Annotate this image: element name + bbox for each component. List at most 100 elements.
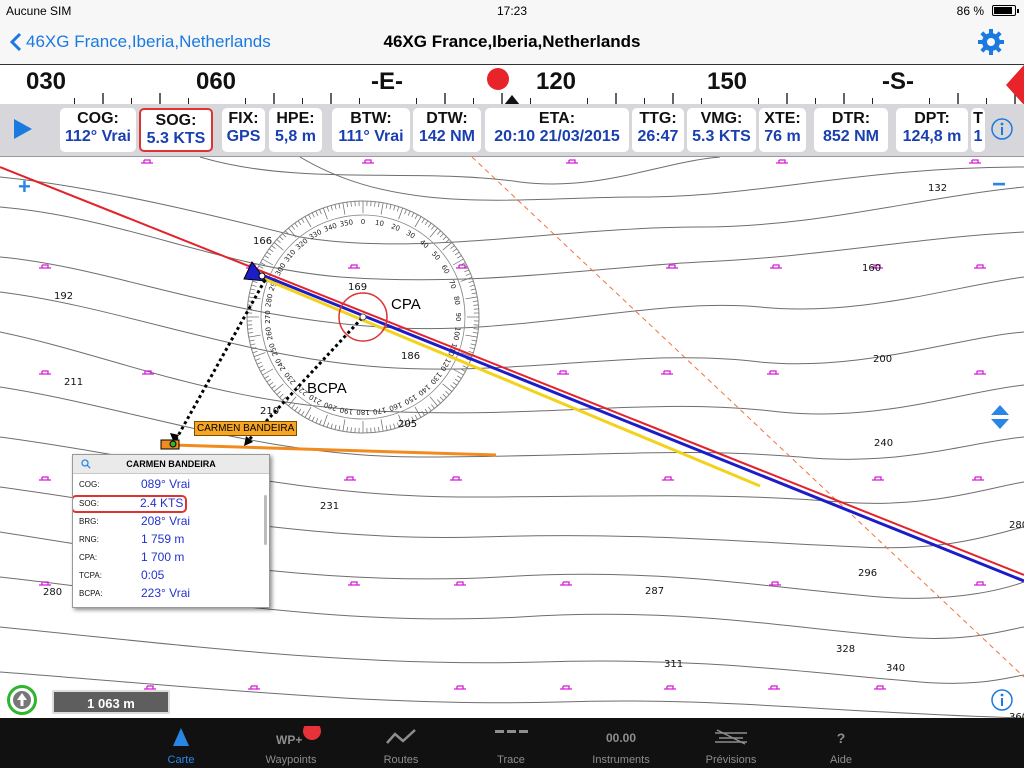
- protractor-tick: [469, 284, 475, 287]
- protractor-tick: [268, 248, 274, 253]
- chart-map[interactable]: 0 10 20 30 40 50 60 70 80 90 100 110 120 130 140 150 160…: [0, 157, 1024, 718]
- protractor-degree-label: 270: [264, 310, 272, 323]
- popup-value: 208° Vrai: [141, 514, 191, 528]
- instrument-fix[interactable]: FIX: GPS: [222, 108, 265, 152]
- depth-sounding: 166: [253, 236, 273, 247]
- popup-scrollbar[interactable]: [264, 495, 267, 545]
- play-icon[interactable]: [12, 117, 34, 141]
- up-down-arrows-icon[interactable]: [990, 404, 1010, 430]
- popup-key: SOG:: [79, 499, 100, 508]
- protractor-tick: [469, 347, 475, 350]
- protractor-tick: [247, 328, 253, 330]
- info-icon[interactable]: [990, 688, 1014, 712]
- tab-trace[interactable]: Trace: [466, 718, 556, 768]
- tab-routes[interactable]: Routes: [356, 718, 446, 768]
- protractor-tick: [311, 212, 315, 218]
- protractor-tick: [465, 334, 478, 338]
- anchorage-icon: [344, 476, 356, 481]
- tab-waypoints[interactable]: WP+ Waypoints: [246, 718, 336, 768]
- protractor-tick: [470, 288, 476, 291]
- depth-sounding: 210: [260, 406, 280, 417]
- popup-value: 0:05: [141, 568, 165, 582]
- instrument-eta[interactable]: ETA: 20:10 21/03/2015: [485, 108, 629, 152]
- instrument-dtr[interactable]: DTR: 852 NM: [814, 108, 888, 152]
- instrument-xte[interactable]: XTE: 76 m: [759, 108, 806, 152]
- anchorage-icon: [348, 264, 360, 269]
- info-icon[interactable]: [990, 117, 1014, 141]
- popup-key: RNG:: [79, 535, 99, 544]
- tab-bar: Carte WP+ Waypoints Routes Trace 00.00 I…: [0, 718, 1024, 768]
- depth-contour: [0, 291, 1024, 370]
- instrument-btw[interactable]: BTW: 111° Vrai: [332, 108, 410, 152]
- instrument-vmg[interactable]: VMG: 5.3 KTS: [687, 108, 756, 152]
- back-button[interactable]: 46XG France,Iberia,Netherlands: [10, 32, 271, 52]
- anchorage-icon: [348, 581, 360, 586]
- protractor-tick: [439, 233, 444, 238]
- depth-sounding: 328: [836, 644, 856, 655]
- tab-aide[interactable]: ? Aide: [796, 718, 886, 768]
- anchorage-icon: [39, 370, 51, 375]
- own-boat-center: [258, 272, 266, 280]
- compass-tape[interactable]: 030 060 -E- 120 150 -S-: [0, 64, 1024, 106]
- protractor-tick: [247, 304, 253, 306]
- depth-contour: [0, 176, 1024, 245]
- tab-label: Prévisions: [705, 754, 757, 766]
- protractor-tick: [431, 225, 435, 230]
- instrument-dpt[interactable]: DPT: 124,8 m: [896, 108, 968, 152]
- protractor-tick: [468, 280, 474, 284]
- protractor-tick: [256, 361, 262, 365]
- instrument-value: 76 m: [764, 128, 801, 145]
- protractor-tick: [260, 368, 266, 372]
- protractor-tick: [342, 202, 346, 215]
- protractor-degree-label: 170: [372, 405, 387, 415]
- anchorage-icon: [666, 264, 678, 269]
- protractor-tick: [473, 304, 479, 306]
- depth-sounding: 280: [43, 587, 63, 598]
- help-icon: ?: [837, 730, 846, 746]
- protractor-tick: [294, 222, 299, 228]
- instrument-ttg[interactable]: TTG: 26:47: [632, 108, 684, 152]
- protractor-tick: [404, 209, 407, 215]
- instrument-sog[interactable]: SOG: 5.3 KTS: [139, 108, 213, 152]
- north-arrow-icon: [13, 691, 31, 709]
- protractor-tick: [273, 383, 284, 392]
- protractor-tick: [264, 375, 270, 379]
- north-up-button[interactable]: [7, 685, 37, 715]
- protractor-tick: [258, 365, 264, 369]
- protractor-tick: [411, 212, 415, 218]
- anchorage-icon: [662, 476, 674, 481]
- vessel-name-tag[interactable]: CARMEN BANDEIRA: [194, 421, 298, 436]
- protractor-tick: [301, 410, 305, 416]
- protractor-degree-label: 260: [264, 326, 274, 341]
- anchorage-icon: [664, 685, 676, 690]
- vessel-info-popup: CARMEN BANDEIRA COG: 089° Vrai SOG: 2.4 KT…: [72, 454, 270, 608]
- tab-carte[interactable]: Carte: [136, 718, 226, 768]
- protractor-tick: [407, 210, 411, 216]
- compass-label: -S-: [882, 68, 914, 95]
- instrument-partial[interactable]: T1: [971, 108, 985, 152]
- tab-instruments[interactable]: 00.00 Instruments: [576, 718, 666, 768]
- instrument-dtw[interactable]: DTW: 142 NM: [413, 108, 481, 152]
- depth-contour: [0, 386, 1024, 460]
- zoom-in-button[interactable]: +: [18, 174, 31, 200]
- popup-value: 089° Vrai: [141, 477, 191, 491]
- instrument-key: BTW:: [350, 110, 392, 127]
- zoom-out-button[interactable]: −: [992, 171, 1006, 199]
- tab-previsions[interactable]: Prévisions: [686, 718, 776, 768]
- search-icon[interactable]: [81, 459, 91, 469]
- protractor-tick: [445, 391, 450, 395]
- protractor-tick: [346, 202, 348, 208]
- depth-sounding: 311: [664, 659, 684, 670]
- instrument-hpe[interactable]: HPE: 5,8 m: [269, 108, 322, 152]
- protractor-degree-label: 70: [447, 279, 458, 290]
- protractor-tick: [378, 426, 380, 432]
- instrument-cog[interactable]: COG: 112° Vrai: [60, 108, 136, 152]
- anchorage-icon: [974, 370, 986, 375]
- gear-icon[interactable]: [976, 27, 1006, 57]
- protractor-tick: [264, 255, 270, 259]
- anchorage-icon: [974, 264, 986, 269]
- popup-key: CPA:: [79, 553, 98, 562]
- anchorage-icon: [560, 581, 572, 586]
- anchorage-icon: [450, 476, 462, 481]
- ais-vessel-center: [169, 440, 177, 448]
